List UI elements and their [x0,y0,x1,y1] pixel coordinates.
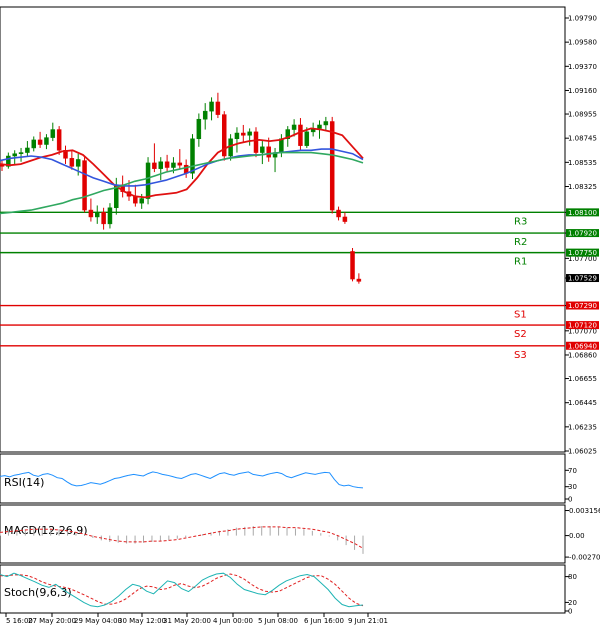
candle-up [158,161,163,169]
candle-up [139,198,144,204]
candle-down [329,121,335,211]
level-name-s1: S1 [514,310,527,321]
candle-up [31,139,36,149]
candle-down [253,131,259,153]
level-price-label: 1.07120 [568,322,597,330]
stoch-plot-frame [0,564,566,614]
candle-down [101,212,106,225]
level-price-label: 1.06940 [568,342,597,350]
candle-down [266,146,271,158]
level-price-label: 1.07290 [568,302,597,310]
macd-panel: MACD(12,26,9)0.0031560.00-0.002708 [0,504,600,564]
level-price-label: 1.07920 [568,230,597,238]
candle-up [279,138,284,153]
price-plot-frame [0,6,566,453]
x-tick-label: 5 Jun 08:00 [258,617,298,625]
candle-up [247,131,252,136]
candle-up [75,159,81,167]
macd-tick-label: 0.00 [569,532,585,540]
x-tick-label: 9 Jun 21:01 [348,617,388,625]
x-tick-label: 6 Jun 16:00 [304,617,344,625]
candle-down [177,162,183,166]
price-tick-label: 1.08535 [568,159,597,167]
level-name-r3: R3 [514,216,527,227]
price-tick-label: 1.08325 [568,183,597,191]
candle-up [202,110,208,120]
candle-up [18,152,24,154]
candle-up [171,162,176,168]
rsi-tick-label: 70 [568,467,577,475]
candle-up [304,131,310,146]
price-tick-label: 1.06445 [568,399,597,407]
candle-up [50,129,56,138]
candle-down [241,132,246,136]
x-tick-label: 29 May 04:00 [74,617,122,625]
candle-down [215,101,221,115]
candle-down [0,164,5,167]
rsi-plot-frame [0,453,566,504]
level-name-r2: R2 [514,237,527,248]
candle-down [350,251,355,280]
candle-up [145,162,151,199]
candle-down [356,278,362,282]
x-axis: 5 16:0027 May 20:0029 May 04:0030 May 12… [0,612,565,625]
candle-down [88,209,94,218]
candle-up [317,124,322,129]
candle-down [69,158,75,167]
level-name-s2: S2 [514,329,527,340]
current-price-label: 1.07529 [568,275,597,283]
price-tick-label: 1.09790 [568,15,597,23]
candle-down [342,216,348,222]
level-name-r1: R1 [514,257,527,268]
level-price-label: 1.08100 [568,209,597,217]
candle-up [234,132,240,140]
price-tick-label: 1.08745 [568,135,597,143]
price-tick-label: 1.06860 [568,351,597,359]
candle-up [25,147,30,153]
candle-down [164,161,170,168]
candle-up [95,212,100,218]
candle-down [336,209,341,218]
candle-up [44,137,49,145]
rsi-tick-label: 30 [568,483,577,491]
price-tick-label: 1.06655 [568,375,597,383]
rsi-tick-label: 0 [568,496,572,504]
x-tick-label: 30 May 12:00 [118,617,166,625]
candle-down [82,160,87,211]
candle-up [190,138,195,174]
stoch-tick-label: 80 [568,573,577,581]
candle-up [291,124,297,130]
x-tick-label: 31 May 20:00 [163,617,211,625]
candle-up [260,146,265,153]
price-tick-label: 1.08955 [568,111,597,119]
macd-tick-label: 0.003156 [569,507,600,515]
x-tick-label: 27 May 20:00 [28,617,76,625]
price-tick-label: 1.06235 [568,423,597,431]
candle-down [298,124,303,146]
price-tick-label: 1.09580 [568,39,597,47]
stoch-tick-label: 0 [568,608,572,616]
price-tick-label: 1.09370 [568,63,597,71]
rsi-panel: RSI(14) 70 30 0 [0,453,577,504]
level-price-label: 1.07750 [568,249,597,257]
candle-up [12,153,17,157]
price-chart: 1.09790 1.09580 1.09370 1.09160 1.08955 1.087… [0,6,600,625]
candle-down [37,139,43,145]
rsi-title: RSI(14) [4,476,44,489]
level-name-s3: S3 [514,350,527,361]
price-tick-label: 1.09160 [568,87,597,95]
candle-down [56,129,62,151]
candle-up [323,121,329,126]
stoch-panel: Stoch(9,6,3)80200 [0,564,577,616]
price-panel: 1.09790 1.09580 1.09370 1.09160 1.08955 1.087… [0,6,599,456]
candle-down [152,162,157,169]
x-tick-label: 4 Jun 00:00 [213,617,253,625]
macd-tick-label: -0.002708 [569,554,600,562]
price-tick-label: 1.06025 [568,448,597,456]
candle-up [209,101,214,112]
candle-up [107,207,113,225]
candle-up [196,118,202,140]
stoch-tick-label: 20 [568,599,577,607]
